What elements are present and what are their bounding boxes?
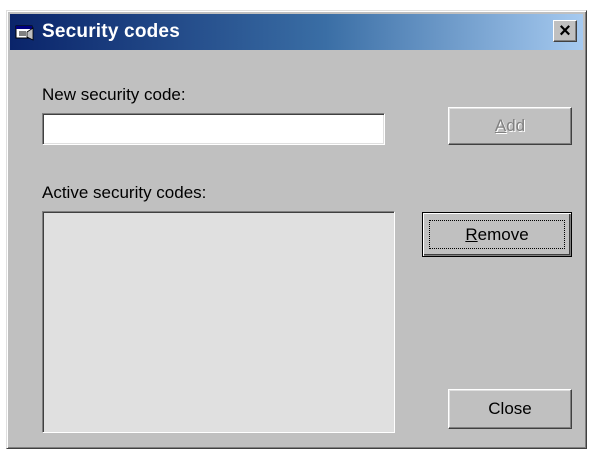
active-codes-label: Active security codes: bbox=[42, 183, 207, 202]
title-bar[interactable]: Security codes × bbox=[10, 14, 583, 50]
close-icon[interactable]: × bbox=[553, 20, 577, 42]
close-button[interactable]: Close bbox=[448, 389, 572, 429]
dialog-title: Security codes bbox=[42, 21, 180, 42]
new-code-input[interactable] bbox=[42, 113, 385, 145]
add-button-label: Add bbox=[494, 116, 526, 135]
app-window-icon bbox=[15, 25, 34, 41]
active-codes-list[interactable] bbox=[42, 211, 395, 433]
security-codes-dialog: Security codes × New security code: Add … bbox=[6, 10, 587, 449]
new-code-label: New security code: bbox=[42, 85, 186, 104]
remove-button[interactable]: Remove bbox=[422, 212, 572, 257]
focus-rectangle bbox=[429, 220, 565, 249]
add-button[interactable]: Add bbox=[448, 107, 572, 145]
